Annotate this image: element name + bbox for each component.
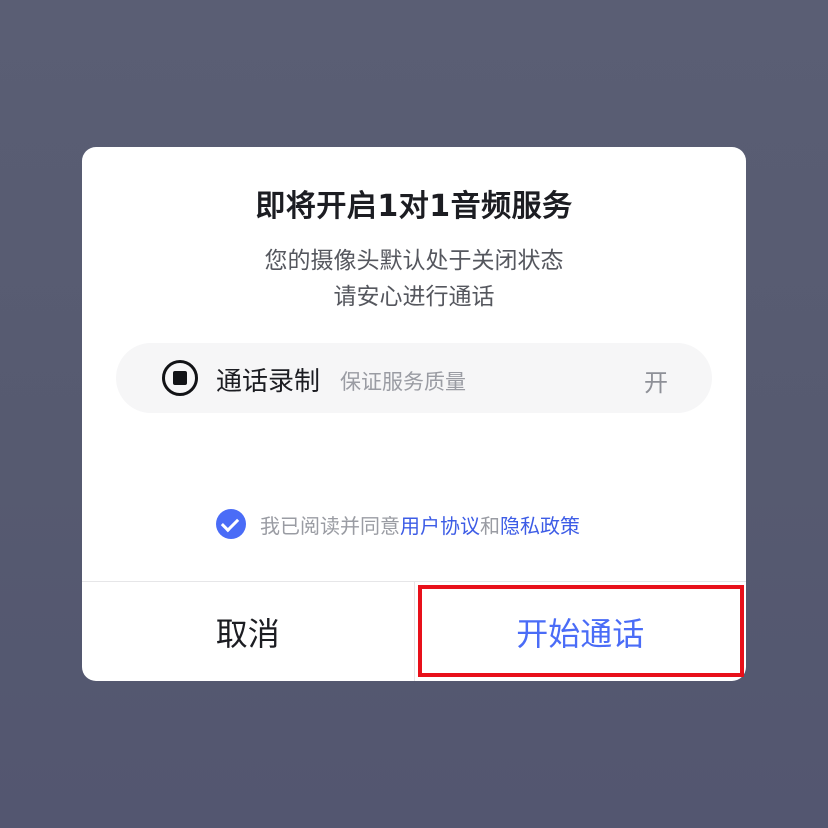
agreement-prefix: 我已阅读并同意 [260, 513, 400, 538]
privacy-policy-link[interactable]: 隐私政策 [500, 510, 580, 539]
record-stop-icon [162, 360, 198, 396]
audio-service-dialog: 即将开启1对1音频服务 您的摄像头默认处于关闭状态 请安心进行通话 通话录制 保… [82, 147, 746, 681]
call-recording-status[interactable]: 开 [644, 363, 668, 398]
dialog-title: 即将开启1对1音频服务 [255, 189, 573, 224]
agreement-row: 我已阅读并同意 用户协议和隐私政策 [216, 509, 580, 539]
dialog-footer: 取消 开始通话 [82, 581, 746, 681]
user-agreement-link[interactable]: 用户协议 [400, 510, 480, 539]
agreement-conjunction: 和 [480, 513, 500, 538]
agreement-checkbox-checked-icon[interactable] [216, 509, 246, 539]
call-recording-label: 通话录制 [216, 367, 321, 397]
start-call-button[interactable]: 开始通话 [415, 582, 747, 681]
call-recording-description: 保证服务质量 [340, 370, 466, 394]
dialog-subtitle-reassure: 请安心进行通话 [333, 284, 495, 310]
dialog-subtitle-camera: 您的摄像头默认处于关闭状态 [264, 248, 564, 274]
cancel-button[interactable]: 取消 [82, 582, 415, 681]
call-recording-row: 通话录制 保证服务质量 开 [116, 343, 712, 413]
